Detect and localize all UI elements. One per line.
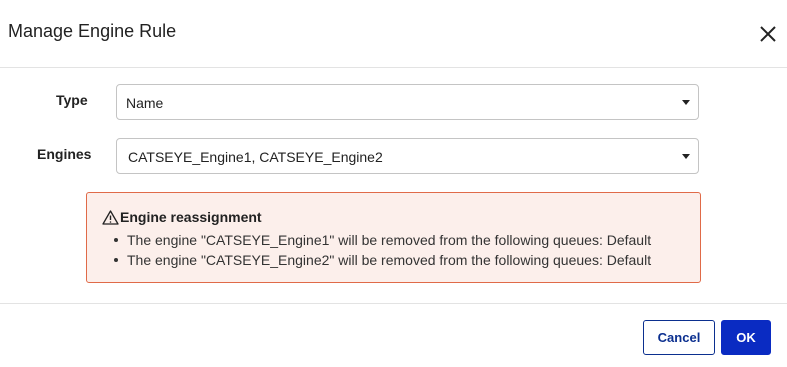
warning-title: Engine reassignment xyxy=(120,209,262,225)
close-button[interactable] xyxy=(757,23,779,45)
warning-box: Engine reassignment The engine "CATSEYE_… xyxy=(86,192,701,283)
type-select-value: Name xyxy=(126,95,164,111)
warning-item-text: The engine "CATSEYE_Engine2" will be rem… xyxy=(127,252,652,268)
engines-select[interactable]: CATSEYE_Engine1, CATSEYE_Engine2 xyxy=(116,138,699,174)
dialog-header: Manage Engine Rule xyxy=(0,0,787,68)
type-label: Type xyxy=(56,92,88,108)
warning-item-text: The engine "CATSEYE_Engine1" will be rem… xyxy=(127,232,652,248)
type-select[interactable]: Name xyxy=(116,84,699,120)
bullet xyxy=(114,238,118,242)
bullet xyxy=(114,258,118,262)
chevron-down-icon xyxy=(682,154,690,159)
chevron-down-icon xyxy=(682,100,690,105)
warning-list: The engine "CATSEYE_Engine1" will be rem… xyxy=(114,230,652,270)
warning-triangle-icon xyxy=(102,209,119,225)
ok-button[interactable]: OK xyxy=(721,320,771,355)
cancel-button[interactable]: Cancel xyxy=(643,320,715,355)
dialog-title: Manage Engine Rule xyxy=(8,21,177,41)
close-icon xyxy=(760,26,776,42)
list-item: The engine "CATSEYE_Engine2" will be rem… xyxy=(114,250,652,270)
footer-divider xyxy=(0,303,787,304)
manage-engine-rule-dialog: Manage Engine Rule Type Name Engines CAT… xyxy=(0,0,787,367)
engines-select-value: CATSEYE_Engine1, CATSEYE_Engine2 xyxy=(128,149,383,165)
list-item: The engine "CATSEYE_Engine1" will be rem… xyxy=(114,230,652,250)
engines-label: Engines xyxy=(37,146,92,162)
warning-header: Engine reassignment xyxy=(102,209,262,225)
